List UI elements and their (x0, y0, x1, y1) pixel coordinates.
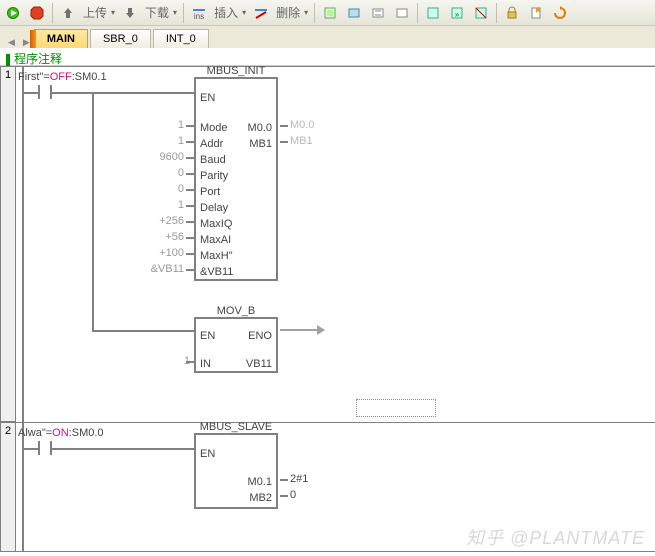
pin-value: +100 (146, 247, 184, 259)
program-comment: 程序注释 (6, 52, 62, 66)
tool-icon-7[interactable] (470, 2, 492, 24)
tool-icon-2[interactable] (343, 2, 365, 24)
pin-value: 1 (146, 135, 184, 147)
tool-icon-1[interactable] (319, 2, 341, 24)
svg-text:ins: ins (194, 12, 204, 20)
block-pin-row: Delay (196, 201, 276, 215)
network-number-2[interactable]: 2 (0, 422, 16, 552)
svg-text:»: » (455, 10, 460, 19)
block-pin-row: MaxIQ (196, 217, 276, 231)
network-1[interactable]: First"=OFF:SM0.1 MBUS_INIT EN ModeM0.0Ad… (16, 66, 655, 422)
contact-label-1: First"=OFF:SM0.1 (18, 71, 107, 83)
download-label: 下载 (143, 4, 171, 21)
power-rail (22, 67, 24, 422)
upload-label: 上传 (81, 4, 109, 21)
block-pin-row: Parity (196, 169, 276, 183)
pin-value: 0 (146, 167, 184, 179)
tab-scroll-left[interactable]: ◀ (4, 37, 19, 48)
pin-value: +56 (146, 231, 184, 243)
run-icon[interactable] (2, 2, 24, 24)
block-mbus-init[interactable]: MBUS_INIT EN ModeM0.0AddrMB1BaudParityPo… (194, 77, 278, 281)
tab-main[interactable]: MAIN (34, 29, 88, 48)
pin-value: M0.0 (290, 119, 314, 131)
block-pin-row: Port (196, 185, 276, 199)
delete-label: 删除 (274, 4, 302, 21)
pin-value: +256 (146, 215, 184, 227)
block-title: MOV_B (196, 305, 276, 317)
block-pin-row: Baud (196, 153, 276, 167)
bookmark-icon[interactable] (525, 2, 547, 24)
network-number-1[interactable]: 1 (0, 66, 16, 422)
tool-icon-6[interactable]: » (446, 2, 468, 24)
pin-value: &VB11 (146, 263, 184, 275)
tool-icon-5[interactable] (422, 2, 444, 24)
contact-no[interactable] (30, 85, 60, 99)
pou-tabs: ◀ ▶ MAIN SBR_0 INT_0 (0, 26, 655, 48)
pin-value: 1 (146, 119, 184, 131)
insert-label: 插入 (212, 4, 240, 21)
ladder-editor[interactable]: 1 First"=OFF:SM0.1 MBUS_INIT EN ModeM0.0… (0, 66, 655, 556)
tab-sbr0[interactable]: SBR_0 (90, 29, 151, 48)
block-pin-row: &VB11 (196, 265, 276, 279)
block-mbus-slave[interactable]: MBUS_SLAVE EN M0.1MB2 (194, 433, 278, 509)
block-mov-b[interactable]: MOV_B ENENO INVB11 (194, 317, 278, 373)
block-title: MBUS_INIT (196, 65, 276, 77)
block-pin-row: MaxAI (196, 233, 276, 247)
insert-row-icon[interactable]: ins (188, 2, 210, 24)
block-pin-row: MB2 (196, 491, 276, 505)
block-pin-row: MaxH" (196, 249, 276, 263)
delete-row-icon[interactable] (250, 2, 272, 24)
contact-label-2: Alwa"=ON:SM0.0 (18, 427, 104, 439)
pin-value: 0 (146, 183, 184, 195)
power-rail (22, 423, 24, 551)
stop-icon[interactable] (26, 2, 48, 24)
main-toolbar: 上传▾ 下载▾ ins 插入▾ 删除▾ » (0, 0, 655, 26)
tool-icon-3[interactable] (367, 2, 389, 24)
tool-icon-4[interactable] (391, 2, 413, 24)
watermark: 知乎 @PLANTMATE (466, 524, 645, 550)
block-pin-row: AddrMB1 (196, 137, 276, 151)
program-comment-bar: 程序注释 (0, 48, 655, 66)
pin-value: 1 (146, 199, 184, 211)
block-title: MBUS_SLAVE (196, 421, 276, 433)
contact-no[interactable] (30, 441, 60, 455)
download-icon[interactable] (119, 2, 141, 24)
pin-value: 2#1 (290, 473, 308, 485)
eno-wire (280, 329, 324, 331)
pin-value: 0 (290, 489, 296, 501)
upload-icon[interactable] (57, 2, 79, 24)
lock-icon[interactable] (501, 2, 523, 24)
pin-value: MB1 (290, 135, 313, 147)
pin-value: 9600 (146, 151, 184, 163)
block-pin-row: M0.1 (196, 475, 276, 489)
refresh-icon[interactable] (549, 2, 571, 24)
tab-int0[interactable]: INT_0 (153, 29, 209, 48)
cursor-rect[interactable] (356, 399, 436, 417)
block-pin-row: ModeM0.0 (196, 121, 276, 135)
